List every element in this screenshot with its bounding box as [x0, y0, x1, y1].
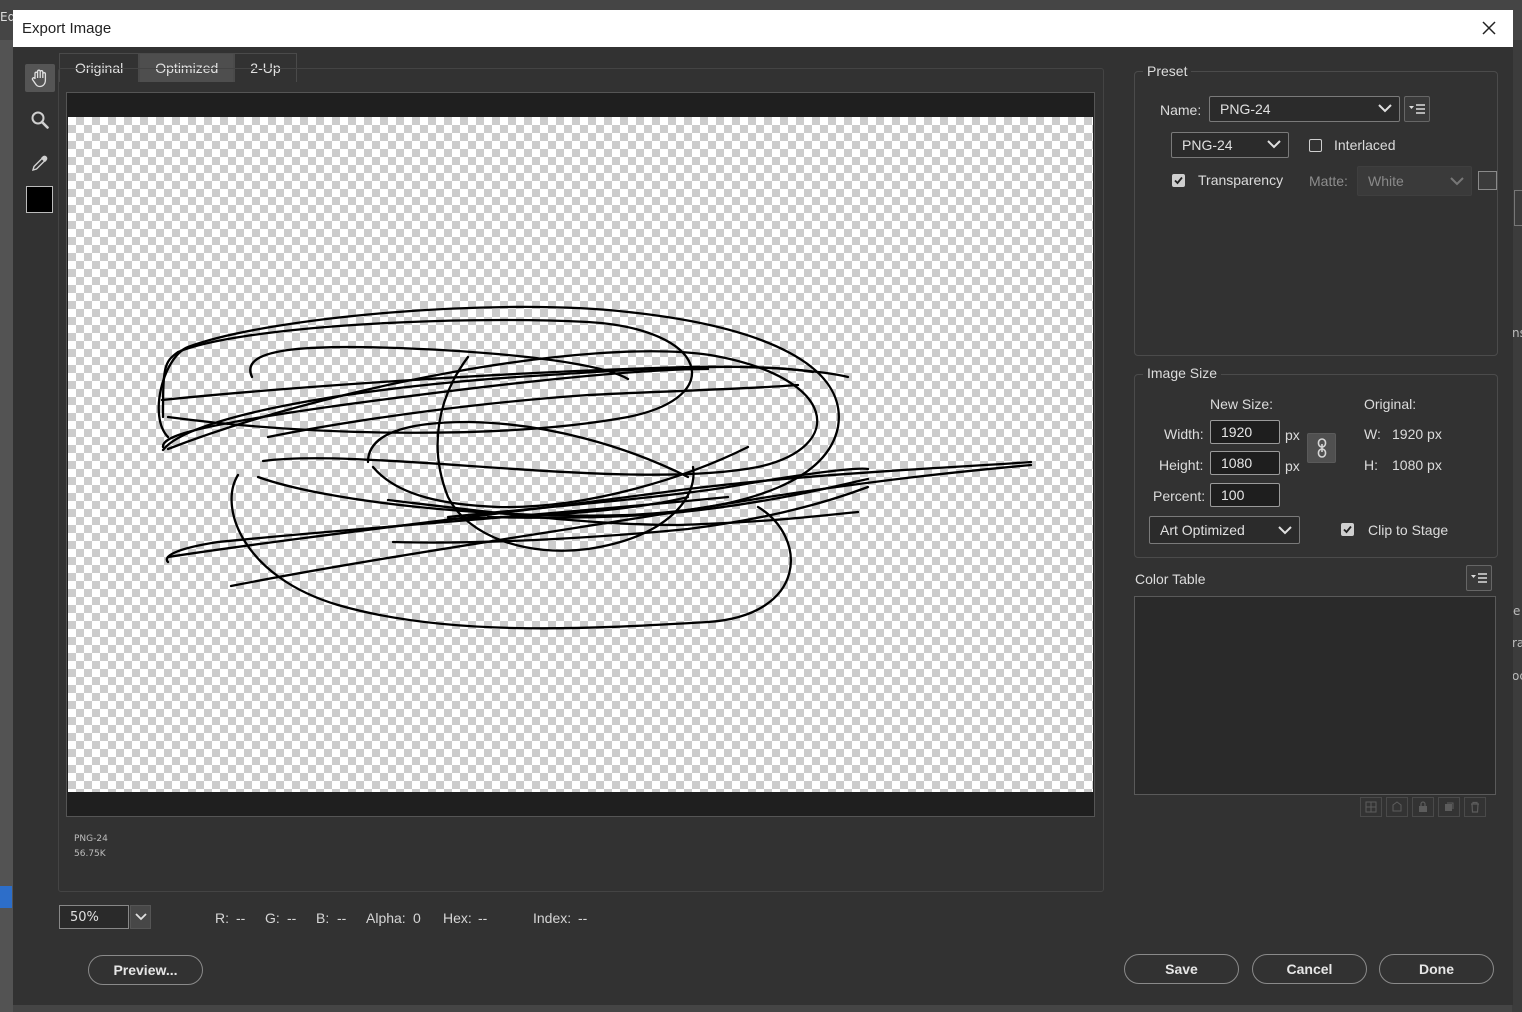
blue-value: -- — [337, 910, 347, 926]
red-value: -- — [236, 910, 246, 926]
matte-value: White — [1368, 173, 1404, 189]
background-app-text: oc — [1512, 669, 1522, 683]
clip-to-stage-checkbox[interactable] — [1341, 523, 1354, 536]
interlaced-label: Interlaced — [1334, 137, 1396, 153]
preview-format: PNG-24 — [74, 834, 108, 844]
zoom-tool-icon[interactable] — [25, 106, 55, 134]
green-label: G: — [265, 910, 280, 926]
matte-label: Matte: — [1309, 173, 1348, 189]
alpha-label: Alpha: — [366, 910, 406, 926]
height-input[interactable]: 1080 — [1210, 451, 1280, 475]
background-app-text: ns — [1512, 326, 1522, 340]
export-image-dialog: Export Image Original Optimized 2-Up PNG… — [13, 10, 1513, 1005]
matte-select[interactable]: White — [1357, 166, 1472, 196]
new-size-label: New Size: — [1210, 396, 1274, 412]
checkmark-icon — [1343, 525, 1352, 534]
close-icon[interactable] — [1477, 16, 1501, 40]
dialog-titlebar: Export Image — [13, 10, 1513, 47]
original-height-value: 1080 px — [1392, 457, 1442, 473]
eyedropper-color-swatch[interactable] — [26, 186, 53, 213]
preview-info: PNG-24 56.75K — [74, 832, 108, 862]
preset-menu-button[interactable] — [1404, 96, 1430, 122]
hand-tool-icon[interactable] — [25, 64, 55, 92]
cancel-button[interactable]: Cancel — [1252, 954, 1367, 984]
format-select[interactable]: PNG-24 — [1171, 132, 1289, 158]
index-label: Index: — [533, 910, 572, 926]
color-table-title: Color Table — [1135, 571, 1206, 587]
index-value: -- — [578, 910, 588, 926]
chevron-down-icon — [1278, 526, 1292, 535]
image-size-group-title: Image Size — [1143, 365, 1222, 381]
link-icon — [1317, 438, 1326, 458]
chevron-down-icon — [1267, 140, 1281, 149]
save-button[interactable]: Save — [1124, 954, 1239, 984]
background-app-text: ra — [1512, 636, 1522, 650]
preset-group-title: Preset — [1143, 63, 1192, 79]
scribble-drawing — [157, 305, 1033, 630]
percent-label: Percent: — [1153, 488, 1206, 504]
interlaced-checkbox[interactable] — [1309, 139, 1322, 152]
transparency-label: Transparency — [1198, 172, 1284, 188]
background-app-left-panel — [0, 40, 13, 1012]
clip-to-stage-label: Clip to Stage — [1368, 522, 1449, 538]
dialog-title: Export Image — [22, 20, 112, 37]
matte-color-swatch[interactable] — [1478, 171, 1497, 190]
height-label: Height: — [1159, 457, 1204, 473]
preset-name-label: Name: — [1160, 102, 1202, 118]
constrain-proportions-button[interactable] — [1307, 433, 1336, 463]
format-value: PNG-24 — [1182, 137, 1233, 153]
preset-name-value: PNG-24 — [1220, 101, 1271, 117]
height-unit: px — [1285, 458, 1300, 474]
preview-file-size: 56.75K — [74, 849, 106, 859]
green-value: -- — [287, 910, 297, 926]
original-height-label: H: — [1364, 457, 1378, 473]
eyedropper-icon[interactable] — [25, 149, 55, 177]
transparency-checkbox[interactable] — [1172, 174, 1185, 187]
preview-button[interactable]: Preview... — [88, 955, 203, 985]
chevron-down-icon — [1378, 104, 1392, 113]
width-label: Width: — [1164, 426, 1204, 442]
zoom-level-input[interactable]: 50% — [59, 905, 129, 929]
web-snap-icon[interactable] — [1386, 797, 1408, 817]
chevron-down-icon — [1450, 177, 1464, 186]
background-app-right-box — [1514, 190, 1522, 226]
background-app-right-panel — [1512, 40, 1522, 1012]
color-table-menu-button[interactable] — [1466, 565, 1492, 591]
original-width-value: 1920 px — [1392, 426, 1442, 442]
preview-canvas-area — [66, 92, 1095, 817]
percent-input[interactable]: 100 — [1210, 483, 1280, 507]
blue-label: B: — [316, 910, 330, 926]
resample-quality-value: Art Optimized — [1160, 522, 1245, 538]
hex-label: Hex: — [443, 910, 472, 926]
width-unit: px — [1285, 427, 1300, 443]
new-color-icon[interactable] — [1438, 797, 1460, 817]
hex-value: -- — [478, 910, 488, 926]
original-width-label: W: — [1364, 426, 1381, 442]
resample-quality-select[interactable]: Art Optimized — [1149, 516, 1300, 544]
background-app-selection — [0, 886, 12, 908]
preview-image[interactable] — [68, 117, 1093, 792]
width-input[interactable]: 1920 — [1210, 420, 1280, 444]
red-label: R: — [215, 910, 229, 926]
menu-list-icon — [1409, 104, 1425, 114]
delete-icon[interactable] — [1464, 797, 1486, 817]
color-table — [1134, 596, 1496, 795]
alpha-value: 0 — [413, 910, 421, 926]
background-app-text: e — [1513, 604, 1521, 618]
checkmark-icon — [1174, 176, 1183, 185]
zoom-dropdown-button[interactable] — [130, 905, 151, 929]
preset-name-select[interactable]: PNG-24 — [1209, 96, 1400, 122]
chevron-down-icon — [134, 913, 147, 921]
menu-list-icon — [1471, 573, 1487, 583]
done-button[interactable]: Done — [1379, 954, 1494, 984]
original-size-label: Original: — [1364, 396, 1417, 412]
map-transparency-icon[interactable] — [1360, 797, 1382, 817]
lock-icon[interactable] — [1412, 797, 1434, 817]
